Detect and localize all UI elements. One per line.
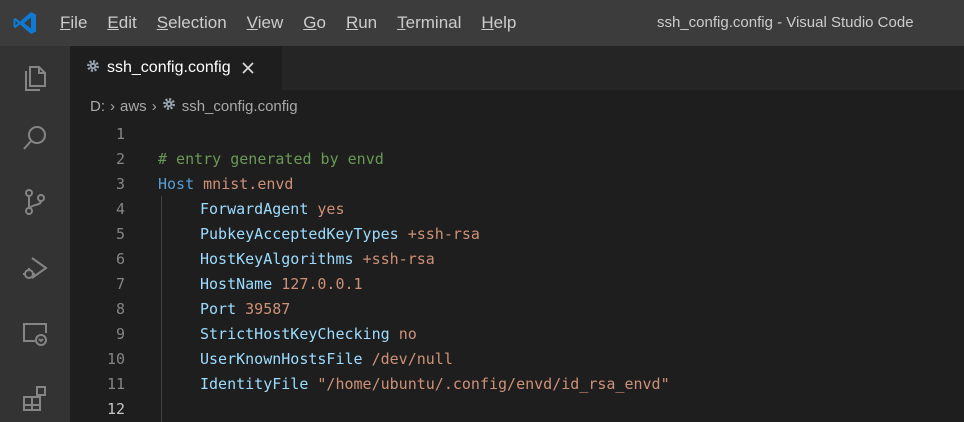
line-number: 6 [115,250,125,268]
menu-file[interactable]: File [50,0,97,46]
breadcrumb-separator: › [151,97,157,115]
source-control-icon[interactable] [0,170,70,234]
line-number: 10 [106,350,125,368]
code-line[interactable]: 5 PubkeyAcceptedKeyTypes +ssh-rsa [70,222,964,247]
code-comment: # entry generated by envd [158,150,384,168]
breadcrumb-file-label: ssh_config.config [181,97,298,115]
line-number: 9 [115,325,125,343]
code-keyword: Host [158,175,195,193]
code-key: StrictHostKeyChecking [200,325,390,343]
breadcrumb-folder[interactable]: aws [120,98,147,115]
code-line[interactable]: 2 # entry generated by envd [70,147,964,172]
line-number: 2 [115,150,125,168]
tab-ssh-config[interactable]: ssh_config.config [70,46,282,90]
code-line[interactable]: 9 StrictHostKeyChecking no [70,322,964,347]
run-debug-icon[interactable] [0,236,70,300]
remote-explorer-icon[interactable] [0,302,70,366]
menu-edit[interactable]: Edit [97,0,146,46]
explorer-icon[interactable] [0,46,70,110]
close-icon[interactable] [242,62,254,74]
line-number: 11 [106,375,125,393]
code-line[interactable]: 10 UserKnownHostsFile /dev/null [70,347,964,372]
code-value: 39587 [245,300,291,318]
code-line[interactable]: 1 [70,122,964,147]
menu-terminal[interactable]: Terminal [387,0,471,46]
line-number: 8 [115,300,125,318]
code-value: mnist.envd [203,175,294,193]
code-key: HostKeyAlgorithms [200,250,354,268]
line-number: 3 [115,175,125,193]
breadcrumb: D: › aws › ssh_config.config [70,90,964,122]
code-key: Port [200,300,237,318]
code-key: IdentityFile [200,375,309,393]
tab-strip: ssh_config.config [70,46,964,90]
code-key: PubkeyAcceptedKeyTypes [200,225,399,243]
search-icon[interactable] [0,106,70,170]
breadcrumb-drive[interactable]: D: [90,98,105,115]
code-key: ForwardAgent [200,200,309,218]
menu-help[interactable]: Help [471,0,526,46]
menu-bar: File Edit Selection View Go Run Terminal… [50,0,526,46]
code-line[interactable]: 11 IdentityFile "/home/ubuntu/.config/en… [70,372,964,397]
code-value: "/home/ubuntu/.config/envd/id_rsa_envd" [317,375,670,393]
code-value: yes [317,200,345,218]
breadcrumb-separator: › [110,97,115,115]
code-value: no [398,325,417,343]
gear-icon [86,59,100,78]
code-value: 127.0.0.1 [281,275,363,293]
code-line-active[interactable]: 12 [70,397,964,422]
code-value: /dev/null [371,350,453,368]
line-number: 7 [115,275,125,293]
code-line[interactable]: 6 HostKeyAlgorithms +ssh-rsa [70,247,964,272]
extensions-icon[interactable] [0,366,70,422]
menu-run[interactable]: Run [336,0,387,46]
code-line[interactable]: 3 Host mnist.envd [70,172,964,197]
gear-icon [162,97,176,115]
menu-go[interactable]: Go [293,0,336,46]
code-line[interactable]: 4 ForwardAgent yes [70,197,964,222]
code-line[interactable]: 8 Port 39587 [70,297,964,322]
activity-bar [0,46,70,422]
menu-view[interactable]: View [237,0,294,46]
code-value: +ssh-rsa [362,250,435,268]
line-number: 5 [115,225,125,243]
line-number: 4 [115,200,125,218]
code-key: UserKnownHostsFile [200,350,363,368]
line-number: 1 [115,125,125,143]
code-value: +ssh-rsa [407,225,480,243]
title-bar: File Edit Selection View Go Run Terminal… [0,0,964,46]
code-line[interactable]: 7 HostName 127.0.0.1 [70,272,964,297]
line-number-active: 12 [106,400,125,418]
tab-label: ssh_config.config [107,59,231,76]
window-title: ssh_config.config - Visual Studio Code [657,14,914,31]
breadcrumb-file[interactable]: ssh_config.config [162,97,298,115]
code-key: HostName [200,275,273,293]
vscode-logo-icon [0,0,50,46]
menu-selection[interactable]: Selection [147,0,237,46]
indent-guide [161,196,162,422]
code-editor[interactable]: 1 2 # entry generated by envd 3 Host mni… [70,122,964,422]
